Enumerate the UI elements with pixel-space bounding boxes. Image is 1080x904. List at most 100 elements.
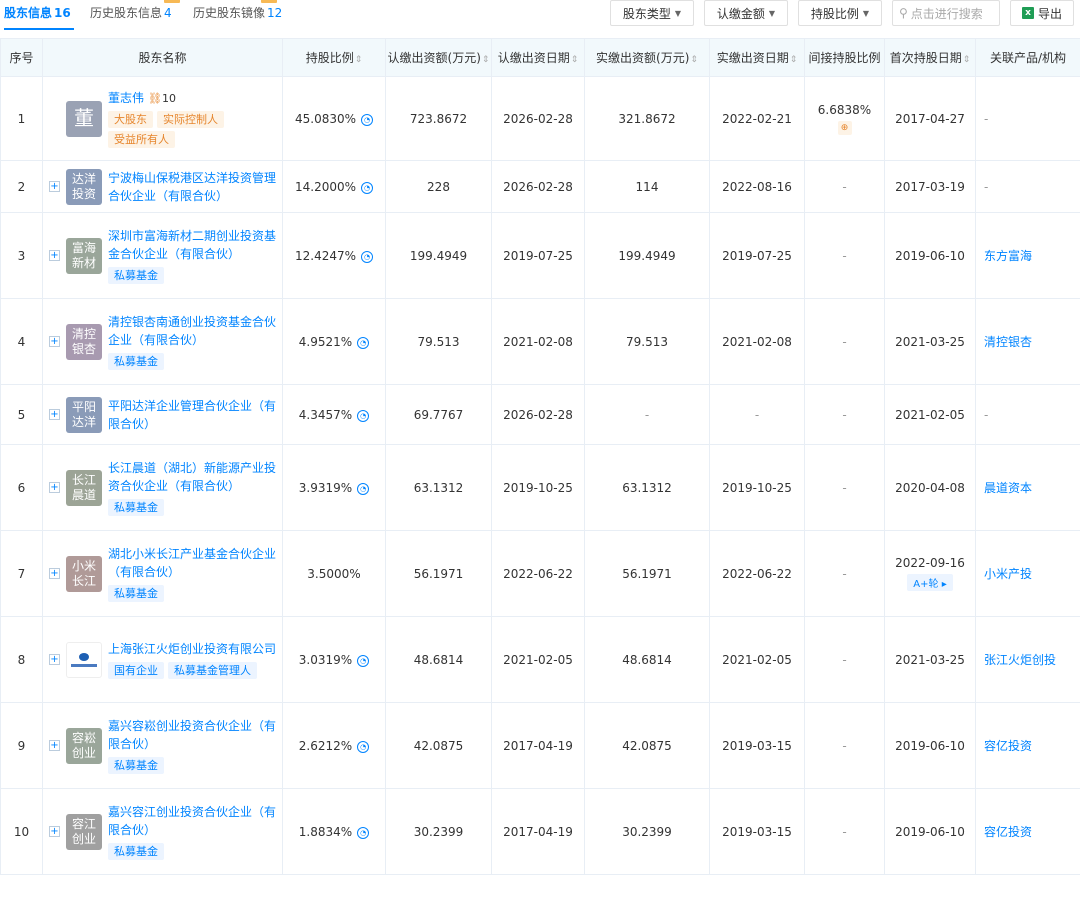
holding-ratio-dropdown[interactable]: 持股比例 ▼ xyxy=(798,0,882,26)
active-tab-underline xyxy=(4,28,74,30)
equity-chart-icon[interactable]: ◔ xyxy=(361,250,374,263)
tab-history-mirror[interactable]: 历史股东镜像 12 xyxy=(193,0,282,21)
subscribed-date: 2017-04-19 xyxy=(491,788,585,875)
shareholder-name-link[interactable]: 湖北小米长江产业基金合伙企业（有限合伙） xyxy=(108,547,276,579)
sort-icon: ⇕ xyxy=(570,55,579,65)
first-holding-date: 2021-02-05 xyxy=(895,407,965,422)
holding-ratio: 45.0830% xyxy=(294,111,357,126)
holding-ratio: 12.4247% xyxy=(294,248,357,263)
equity-chart-icon[interactable]: ◔ xyxy=(357,336,370,349)
shareholder-name-cell: + 上海张江火炬创业投资有限公司国有企业 私募基金管理人 xyxy=(42,616,283,703)
vip-badge xyxy=(164,0,180,3)
subscribed-amount: 723.8672 xyxy=(385,76,492,161)
col-header-sortable[interactable]: 认缴出资日期⇕ xyxy=(491,38,585,77)
shareholder-name-cell: + 平阳达洋 平阳达洋企业管理合伙企业（有限合伙） xyxy=(42,384,283,445)
table-row[interactable]: 8 + 上海张江火炬创业投资有限公司 国有企业 私募基金管理人 3.0319% ◔ 48.68… xyxy=(0,616,1080,703)
shareholder-name-link[interactable]: 董志伟 xyxy=(108,91,144,105)
shareholder-name-link[interactable]: 宁波梅山保税港区达洋投资管理合伙企业（有限合伙） xyxy=(108,171,276,203)
export-button[interactable]: x 导出 xyxy=(1010,0,1074,26)
equity-chart-icon[interactable]: ◔ xyxy=(357,409,370,422)
indirect-ratio: - xyxy=(842,652,847,667)
paid-date: 2021-02-08 xyxy=(709,298,805,385)
col-header-sortable[interactable]: 首次持股日期⇕ xyxy=(884,38,976,77)
tab-history-shareholder[interactable]: 历史股东信息 4 xyxy=(90,0,180,21)
related-product-link[interactable]: 容亿投资 xyxy=(975,788,1080,875)
col-header-sortable[interactable]: 持股比例⇕ xyxy=(282,38,386,77)
expand-icon[interactable]: + xyxy=(49,568,60,579)
penetration-icon[interactable]: ⊕ xyxy=(837,120,852,135)
related-product-link[interactable]: 张江火炬创投 xyxy=(975,616,1080,703)
relation-graph-icon[interactable]: ⛓ xyxy=(148,92,162,105)
financing-round-tag[interactable]: A+轮 ▸ xyxy=(907,574,953,591)
sort-icon: ⇕ xyxy=(481,55,490,65)
first-holding-date-cell: 2019-06-10 xyxy=(884,702,976,789)
paid-date: 2022-02-21 xyxy=(709,76,805,161)
expand-icon[interactable]: + xyxy=(49,826,60,837)
paid-amount: 199.4949 xyxy=(584,212,710,299)
holding-ratio: 3.5000% xyxy=(307,566,361,581)
search-input[interactable]: ⚲ 点击进行搜索 xyxy=(892,0,1000,26)
expand-icon[interactable]: + xyxy=(49,482,60,493)
paid-amount: 114 xyxy=(584,160,710,213)
table-row[interactable]: 9 + 容崧创业 嘉兴容崧创业投资合伙企业（有限合伙） 私募基金 2.6212% ◔ 42.0… xyxy=(0,702,1080,789)
related-product-link[interactable]: 容亿投资 xyxy=(975,702,1080,789)
tab-shareholder-info[interactable]: 股东信息 16 xyxy=(4,4,71,21)
table-row[interactable]: 7 + 小米长江 湖北小米长江产业基金合伙企业（有限合伙） 私募基金 3.5000% 56.… xyxy=(0,530,1080,617)
shareholder-name-link[interactable]: 嘉兴容江创业投资合伙企业（有限合伙） xyxy=(108,805,276,837)
tag-list: 私募基金 xyxy=(108,841,278,861)
shareholder-name-link[interactable]: 长江晨道（湖北）新能源产业投资合伙企业（有限合伙） xyxy=(108,461,276,493)
related-product-link[interactable]: 清控银杏 xyxy=(975,298,1080,385)
equity-chart-icon[interactable]: ◔ xyxy=(357,826,370,839)
related-product-link[interactable]: 东方富海 xyxy=(975,212,1080,299)
subscribed-amount-dropdown[interactable]: 认缴金额 ▼ xyxy=(704,0,788,26)
table-row[interactable]: 1+董董志伟⛓10大股东实际控制人受益所有人45.0830%◔723.86722… xyxy=(0,76,1080,161)
table-row[interactable]: 2 + 达洋投资 宁波梅山保税港区达洋投资管理合伙企业（有限合伙） 14.2000% ◔ 2… xyxy=(0,160,1080,213)
shareholder-tag: 私募基金管理人 xyxy=(168,661,257,679)
row-number: 9 xyxy=(0,702,43,789)
col-header-sortable[interactable]: 认缴出资额(万元)⇕ xyxy=(385,38,492,77)
col-header-sortable[interactable]: 实缴出资日期⇕ xyxy=(709,38,805,77)
holding-ratio-cell: 3.0319% ◔ xyxy=(282,616,386,703)
expand-icon[interactable]: + xyxy=(49,654,60,665)
indirect-ratio: - xyxy=(842,738,847,753)
shareholder-name-link[interactable]: 嘉兴容崧创业投资合伙企业（有限合伙） xyxy=(108,719,276,751)
paid-amount: 30.2399 xyxy=(584,788,710,875)
paid-date: 2022-08-16 xyxy=(709,160,805,213)
name-line: 上海张江火炬创业投资有限公司 xyxy=(108,640,278,658)
expand-icon[interactable]: + xyxy=(49,181,60,192)
subscribed-date: 2026-02-28 xyxy=(491,384,585,445)
first-holding-date-cell: 2017-03-19 xyxy=(884,160,976,213)
table-row[interactable]: 3 + 富海新材 深圳市富海新材二期创业投资基金合伙企业（有限合伙） 私募基金 12.42… xyxy=(0,212,1080,299)
expand-icon[interactable]: + xyxy=(49,336,60,347)
equity-chart-icon[interactable]: ◔ xyxy=(357,482,370,495)
related-product-link[interactable]: 晨道资本 xyxy=(975,444,1080,531)
equity-chart-icon[interactable]: ◔ xyxy=(361,113,374,126)
related-product-link[interactable]: 小米产投 xyxy=(975,530,1080,617)
shareholder-tag: 私募基金 xyxy=(108,266,164,284)
table-row[interactable]: 4 + 清控银杏 清控银杏南通创业投资基金合伙企业（有限合伙） 私募基金 4.9521% ◔… xyxy=(0,298,1080,385)
equity-chart-icon[interactable]: ◔ xyxy=(357,740,370,753)
indirect-ratio-cell: - xyxy=(804,212,885,299)
shareholder-name-link[interactable]: 上海张江火炬创业投资有限公司 xyxy=(108,642,276,656)
related-product-link: - xyxy=(975,160,1080,213)
holding-ratio-cell: 3.5000% xyxy=(282,530,386,617)
table-row[interactable]: 10 + 容江创业 嘉兴容江创业投资合伙企业（有限合伙） 私募基金 1.8834% ◔ 30.… xyxy=(0,788,1080,875)
shareholder-type-dropdown[interactable]: 股东类型 ▼ xyxy=(610,0,694,26)
shareholder-name-link[interactable]: 清控银杏南通创业投资基金合伙企业（有限合伙） xyxy=(108,315,276,347)
equity-chart-icon[interactable]: ◔ xyxy=(357,654,370,667)
shareholder-block: + 长江晨道 长江晨道（湖北）新能源产业投资合伙企业（有限合伙） 私募基金 xyxy=(43,459,282,517)
table-row[interactable]: 6 + 长江晨道 长江晨道（湖北）新能源产业投资合伙企业（有限合伙） 私募基金 3.931… xyxy=(0,444,1080,531)
table-row[interactable]: 5 + 平阳达洋 平阳达洋企业管理合伙企业（有限合伙） 4.3457% ◔ 69.7767 2… xyxy=(0,384,1080,445)
equity-chart-icon[interactable]: ◔ xyxy=(361,181,374,194)
expand-icon[interactable]: + xyxy=(49,409,60,420)
shareholder-name-link[interactable]: 深圳市富海新材二期创业投资基金合伙企业（有限合伙） xyxy=(108,229,276,261)
company-logo: 小米长江 xyxy=(66,555,102,592)
shareholder-name-link[interactable]: 平阳达洋企业管理合伙企业（有限合伙） xyxy=(108,399,276,431)
expand-icon[interactable]: + xyxy=(49,740,60,751)
shareholder-tag: 国有企业 xyxy=(108,661,164,679)
vip-badge xyxy=(261,0,277,3)
col-header-sortable[interactable]: 实缴出资额(万元)⇕ xyxy=(584,38,710,77)
row-number: 3 xyxy=(0,212,43,299)
expand-icon[interactable]: + xyxy=(49,250,60,261)
col-header: 序号 xyxy=(0,38,43,77)
